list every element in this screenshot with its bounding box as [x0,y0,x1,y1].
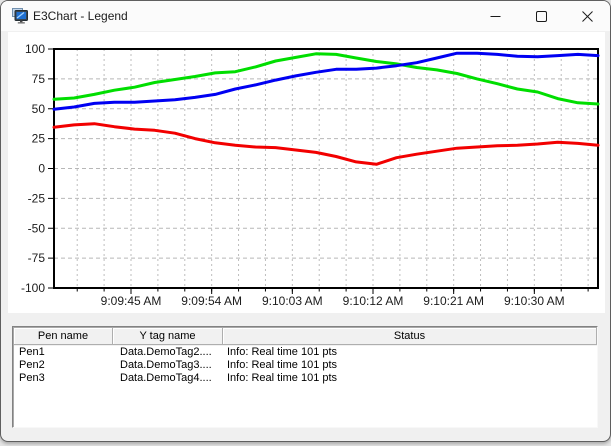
pen-name-cell: Pen2 [19,359,45,371]
legend-rows: Pen1 Data.DemoTag2.... Info: Real time 1… [14,346,597,385]
window-title: E3Chart - Legend [33,9,128,23]
title-bar[interactable]: E3Chart - Legend [1,1,610,31]
close-button[interactable] [564,1,610,31]
y-tag-name-cell: Data.DemoTag4.... [120,372,212,384]
series-line-Pen3 [52,51,600,111]
series-line-Pen1 [52,122,600,166]
status-cell: Info: Real time 101 pts [227,372,338,384]
chart-area: 100 75 50 25 0 -25 -50 -75 -100 9:09:45 AM 9:09:54… [8,32,605,313]
y-tick-label: 75 [32,72,46,86]
x-tick-label: 9:09:54 AM [181,294,242,308]
legend-table: Pen name Y tag name Status Pen1 Data.Dem… [12,326,598,428]
x-tick-label: 9:10:03 AM [262,294,323,308]
legend-header-pen-name[interactable]: Pen name [14,328,113,345]
e3chart-window: E3Chart - Legend 100 75 50 25 0 -25 -50 -75- [0,0,611,442]
legend-row-pen2[interactable]: Pen2 Data.DemoTag3.... Info: Real time 1… [14,359,597,372]
close-icon [581,10,593,22]
y-tick-label: 25 [32,132,46,146]
minimize-icon [490,15,501,17]
trend-chart[interactable]: 100 75 50 25 0 -25 -50 -75 -100 9:09:45 AM 9:09:54… [8,32,605,313]
y-tick-label: -25 [28,191,46,205]
y-tick-label: 50 [32,102,46,116]
y-tick-label: 100 [25,42,45,56]
app-icon [12,8,28,24]
status-cell: Info: Real time 101 pts [227,359,338,371]
y-tick-label: -75 [28,251,46,265]
status-cell: Info: Real time 101 pts [227,346,338,358]
y-tick-label: -50 [28,221,46,235]
legend-row-pen3[interactable]: Pen3 Data.DemoTag4.... Info: Real time 1… [14,372,597,385]
minimize-button[interactable] [473,1,518,31]
pen-name-cell: Pen3 [19,372,45,384]
x-tick-label: 9:10:21 AM [423,294,484,308]
screen: E3Chart - Legend 100 75 50 25 0 -25 -50 -75- [0,0,611,446]
legend-header-y-tag-name[interactable]: Y tag name [113,328,223,345]
x-tick-label: 9:09:45 AM [101,294,162,308]
x-tick-label: 9:10:12 AM [343,294,404,308]
legend-header-status[interactable]: Status [223,328,597,345]
y-tag-name-cell: Data.DemoTag3.... [120,359,212,371]
legend-row-pen1[interactable]: Pen1 Data.DemoTag2.... Info: Real time 1… [14,346,597,359]
y-tick-label: -100 [21,281,45,295]
maximize-icon [536,10,547,22]
maximize-button[interactable] [519,1,564,31]
x-tick-label: 9:10:30 AM [504,294,565,308]
y-tick-label: 0 [38,162,45,176]
pen-name-cell: Pen1 [19,346,45,358]
y-tag-name-cell: Data.DemoTag2.... [120,346,212,358]
legend-header: Pen name Y tag name Status [14,328,597,346]
